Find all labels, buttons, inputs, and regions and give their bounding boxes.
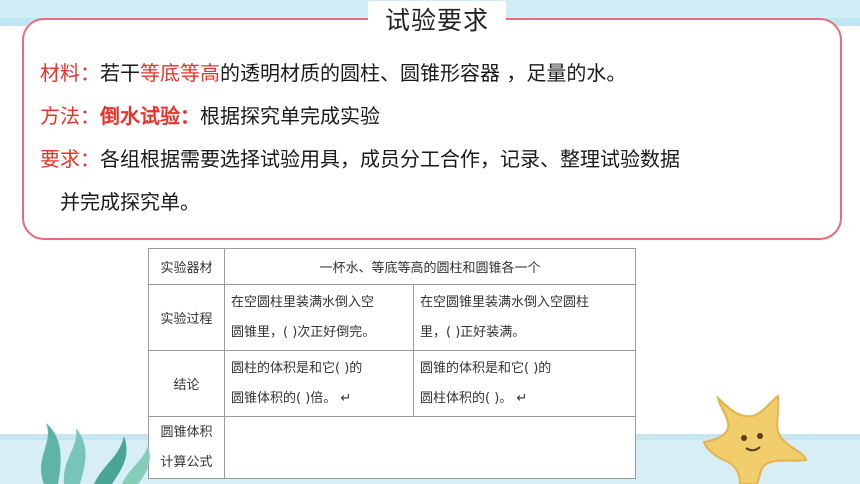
cell-line: 在空圆柱里装满水倒入空 xyxy=(231,294,375,310)
formula-cell xyxy=(224,416,636,479)
cell-line: 圆柱的体积是和它( )的 xyxy=(231,360,363,376)
process-right-cell: 在空圆锥里装满水倒入空圆柱 里，( )正好装满。 xyxy=(413,284,636,351)
materials-line: 材料：若干等底等高的透明材质的圆柱、圆锥形容器 ，足量的水。 xyxy=(40,57,626,86)
table-row: 圆锥体积 计算公式 xyxy=(148,416,636,479)
method-highlight: 倒水试验： xyxy=(100,104,200,128)
process-left-cell: 在空圆柱里装满水倒入空 圆锥里，( )次正好倒完。 xyxy=(224,284,414,351)
cell-line: 在空圆锥里装满水倒入空圆柱 xyxy=(420,294,590,310)
cell-line: 圆锥的体积是和它( )的 xyxy=(420,360,552,376)
method-label: 方法： xyxy=(40,104,100,128)
cell-line: 里，( )正好装满。 xyxy=(420,324,526,340)
method-line: 方法：倒水试验：根据探究单完成实验 xyxy=(40,100,380,129)
starfish-decoration xyxy=(702,394,808,484)
materials-prefix: 若干 xyxy=(100,61,140,85)
table-row: 结论 圆柱的体积是和它( )的 圆锥体积的( )倍。 ↵ 圆锥的体积是和它( )… xyxy=(148,350,636,417)
cell-line: 圆锥里，( )次正好倒完。 xyxy=(231,324,376,340)
equipment-cell: 一杯水、等底等高的圆柱和圆锥各一个 xyxy=(224,248,636,285)
experiment-table: 实验器材 一杯水、等底等高的圆柱和圆锥各一个 实验过程 在空圆柱里装满水倒入空 … xyxy=(148,248,636,479)
cell-line: 圆柱体积的( )。 ↵ xyxy=(420,390,528,406)
card-title: 试验要求 xyxy=(368,1,506,41)
conclusion-left-cell: 圆柱的体积是和它( )的 圆锥体积的( )倍。 ↵ xyxy=(224,350,414,417)
seaweed-decoration xyxy=(41,423,150,484)
method-suffix: 根据探究单完成实验 xyxy=(200,104,380,128)
row-head-process: 实验过程 xyxy=(148,284,225,351)
cell-line: 圆锥体积的( )倍。 ↵ xyxy=(231,390,352,406)
requirement-text-1: 各组根据需要选择试验用具，成员分工合作，记录、整理试验数据 xyxy=(100,147,680,171)
conclusion-right-cell: 圆锥的体积是和它( )的 圆柱体积的( )。 ↵ xyxy=(413,350,636,417)
table-row: 实验器材 一杯水、等底等高的圆柱和圆锥各一个 xyxy=(148,248,636,285)
table-row: 实验过程 在空圆柱里装满水倒入空 圆锥里，( )次正好倒完。 在空圆锥里装满水倒… xyxy=(148,284,636,351)
requirement-line-2: 并完成探究单。 xyxy=(60,190,200,214)
materials-label: 材料： xyxy=(40,61,100,85)
row-head-equipment: 实验器材 xyxy=(148,248,225,285)
row-head-conclusion: 结论 xyxy=(148,350,225,417)
requirement-line: 要求：各组根据需要选择试验用具，成员分工合作，记录、整理试验数据 xyxy=(40,143,680,172)
materials-highlight: 等底等高 xyxy=(140,61,220,85)
requirement-label: 要求： xyxy=(40,147,100,171)
materials-suffix: 的透明材质的圆柱、圆锥形容器 ，足量的水。 xyxy=(220,61,627,85)
